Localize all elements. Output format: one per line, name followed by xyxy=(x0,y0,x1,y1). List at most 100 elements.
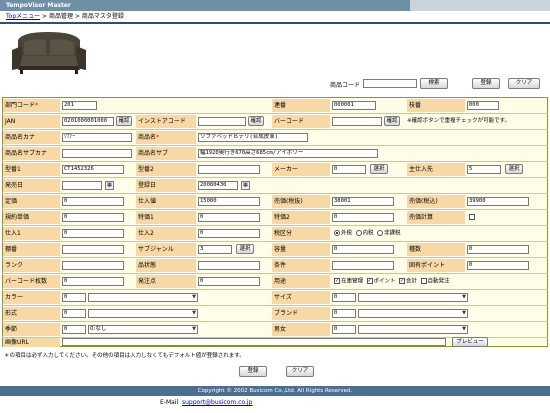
jan-confirm-button[interactable]: 確認 xyxy=(116,116,132,126)
form-type-select[interactable] xyxy=(88,309,198,318)
brand-select[interactable] xyxy=(358,309,468,318)
product-name-input[interactable]: ソファベッドＢデリ(合成皮革) xyxy=(198,133,308,142)
image-url-label: 画像URL xyxy=(3,338,60,347)
cost-price-label: 仕入値 xyxy=(136,195,196,208)
model1-label: 型番1 xyxy=(3,163,60,176)
registration-date-input[interactable]: 20080430 xyxy=(198,181,238,190)
capacity-input[interactable]: 0 xyxy=(332,245,394,254)
size-code-input[interactable]: 0 xyxy=(332,293,356,302)
breadcrumb-home-link[interactable]: Topメニュー xyxy=(6,13,40,20)
supplier-select-button[interactable]: 選択 xyxy=(505,164,523,174)
tax-exclusive-radio[interactable] xyxy=(334,230,340,236)
point-usage-label: ポイント xyxy=(373,278,396,285)
gender-select[interactable] xyxy=(358,325,468,334)
row-divider xyxy=(2,129,548,130)
row-divider xyxy=(2,225,548,226)
accounting-checkbox[interactable]: ✓ xyxy=(399,278,406,284)
prev-price-input[interactable]: 0 xyxy=(62,213,124,222)
clear-button-top[interactable]: クリア xyxy=(508,78,540,89)
model2-input[interactable] xyxy=(198,165,260,174)
barcode-input[interactable] xyxy=(332,117,382,126)
image-url-input[interactable] xyxy=(62,338,446,346)
kana-name-input[interactable]: ｿﾌｧｰ xyxy=(62,133,132,142)
tax-exempt-radio[interactable] xyxy=(377,230,384,236)
barcode-count-input[interactable]: 0 xyxy=(62,277,124,286)
season-code-input[interactable]: 0 xyxy=(62,325,86,334)
jan-input[interactable]: 0201000001000 xyxy=(62,117,114,126)
maker-select-button[interactable]: 選択 xyxy=(370,164,388,174)
size-select[interactable] xyxy=(358,293,468,302)
color-code-input[interactable]: 0 xyxy=(62,293,86,302)
search-button[interactable]: 検索 xyxy=(420,78,448,89)
register-button-top[interactable]: 登録 xyxy=(472,78,500,89)
serial-label: 連番 xyxy=(272,99,330,112)
sub-name-label: 商品名サブ xyxy=(136,147,196,160)
barcode-label: バーコード xyxy=(272,115,330,128)
form-type-code-input[interactable]: 0 xyxy=(62,309,86,318)
season-label: 季節 xyxy=(3,323,60,336)
tax-exempt-label: 非課税 xyxy=(384,230,401,237)
sell-price-tax-input[interactable]: 39900 xyxy=(467,197,529,206)
instore-confirm-button[interactable]: 確認 xyxy=(248,116,264,126)
color-select[interactable] xyxy=(88,293,198,302)
season-select[interactable]: 0:なし xyxy=(88,325,198,334)
clear-button[interactable]: クリア xyxy=(286,366,314,377)
instore-code-input[interactable] xyxy=(198,117,246,126)
row-divider xyxy=(2,193,548,194)
model1-input[interactable]: CT1452326 xyxy=(62,165,124,174)
tax-exclusive-label: 外税 xyxy=(341,230,353,237)
sell-calc-checkbox[interactable] xyxy=(469,214,475,220)
branch-input[interactable]: 000 xyxy=(467,101,499,110)
maker-label: メーカー xyxy=(272,163,330,176)
supplier-input[interactable]: 5 xyxy=(467,165,501,174)
rank-input[interactable] xyxy=(62,261,124,270)
brand-code-input[interactable]: 0 xyxy=(332,309,356,318)
subgenre-select-button[interactable]: 選択 xyxy=(236,244,254,254)
product-code-input[interactable] xyxy=(363,79,417,88)
cost2-input[interactable]: 0 xyxy=(198,229,260,238)
barcode-count-label: バーコード枚数 xyxy=(3,275,60,288)
stock-mgmt-label: 在庫管理 xyxy=(341,278,364,285)
count-input[interactable]: 0 xyxy=(467,245,529,254)
list-price-input[interactable]: 0 xyxy=(62,197,124,206)
shelf-input[interactable] xyxy=(62,245,124,254)
sub-name-input[interactable]: 幅1920奥行き670高さ685cm/アイボリー xyxy=(198,149,378,158)
point-input[interactable]: 0 xyxy=(467,261,529,270)
product-code-label: 商品コード xyxy=(330,82,361,89)
confirm-note: ※確認ボタンで重複チェックが可能です。 xyxy=(407,118,511,124)
register-button[interactable]: 登録 xyxy=(239,366,267,377)
maker-input[interactable]: 0 xyxy=(332,165,366,174)
form-type-label: 形式 xyxy=(3,307,60,320)
tax-inclusive-radio[interactable] xyxy=(355,230,362,236)
dept-code-input[interactable]: 201 xyxy=(62,101,97,110)
item-status-input[interactable] xyxy=(198,261,260,270)
rank-label: ランク xyxy=(3,259,60,272)
subgenre-input[interactable]: 3 xyxy=(198,245,232,254)
sell-calc-label: 売価計算 xyxy=(407,211,465,224)
gender-code-input[interactable]: 0 xyxy=(332,325,356,334)
jan-label: JAN xyxy=(3,115,60,128)
preview-button[interactable]: プレビュー xyxy=(452,337,488,347)
release-date-input[interactable] xyxy=(62,181,102,190)
special2-input[interactable]: 0 xyxy=(332,213,394,222)
special1-input[interactable]: 0 xyxy=(198,213,260,222)
condition-input[interactable] xyxy=(332,261,394,270)
tax-class-radio-group: 外税 内税 非課税 xyxy=(334,230,401,238)
point-checkbox[interactable]: ✓ xyxy=(366,278,373,284)
sell-price-notax-input[interactable]: 38001 xyxy=(332,197,394,206)
usage-label: 用途 xyxy=(272,275,330,288)
row-divider xyxy=(2,321,548,322)
stock-mgmt-checkbox[interactable]: ✓ xyxy=(334,278,340,284)
email-link[interactable]: support@busicom.co.jp xyxy=(182,399,252,406)
barcode-confirm-button[interactable]: 確認 xyxy=(384,116,400,126)
sub-kana-input[interactable] xyxy=(62,149,132,158)
cost2-label: 仕入2 xyxy=(136,227,196,240)
calendar-icon[interactable]: ▦ xyxy=(241,181,250,190)
serial-input[interactable]: 000001 xyxy=(332,101,376,110)
cost-price-input[interactable]: 15000 xyxy=(198,197,260,206)
row-divider xyxy=(2,257,548,258)
auto-order-checkbox[interactable] xyxy=(420,278,427,284)
order-point-input[interactable]: 0 xyxy=(198,277,260,286)
cost1-input[interactable]: 0 xyxy=(62,229,124,238)
calendar-icon[interactable]: ▦ xyxy=(105,181,114,190)
